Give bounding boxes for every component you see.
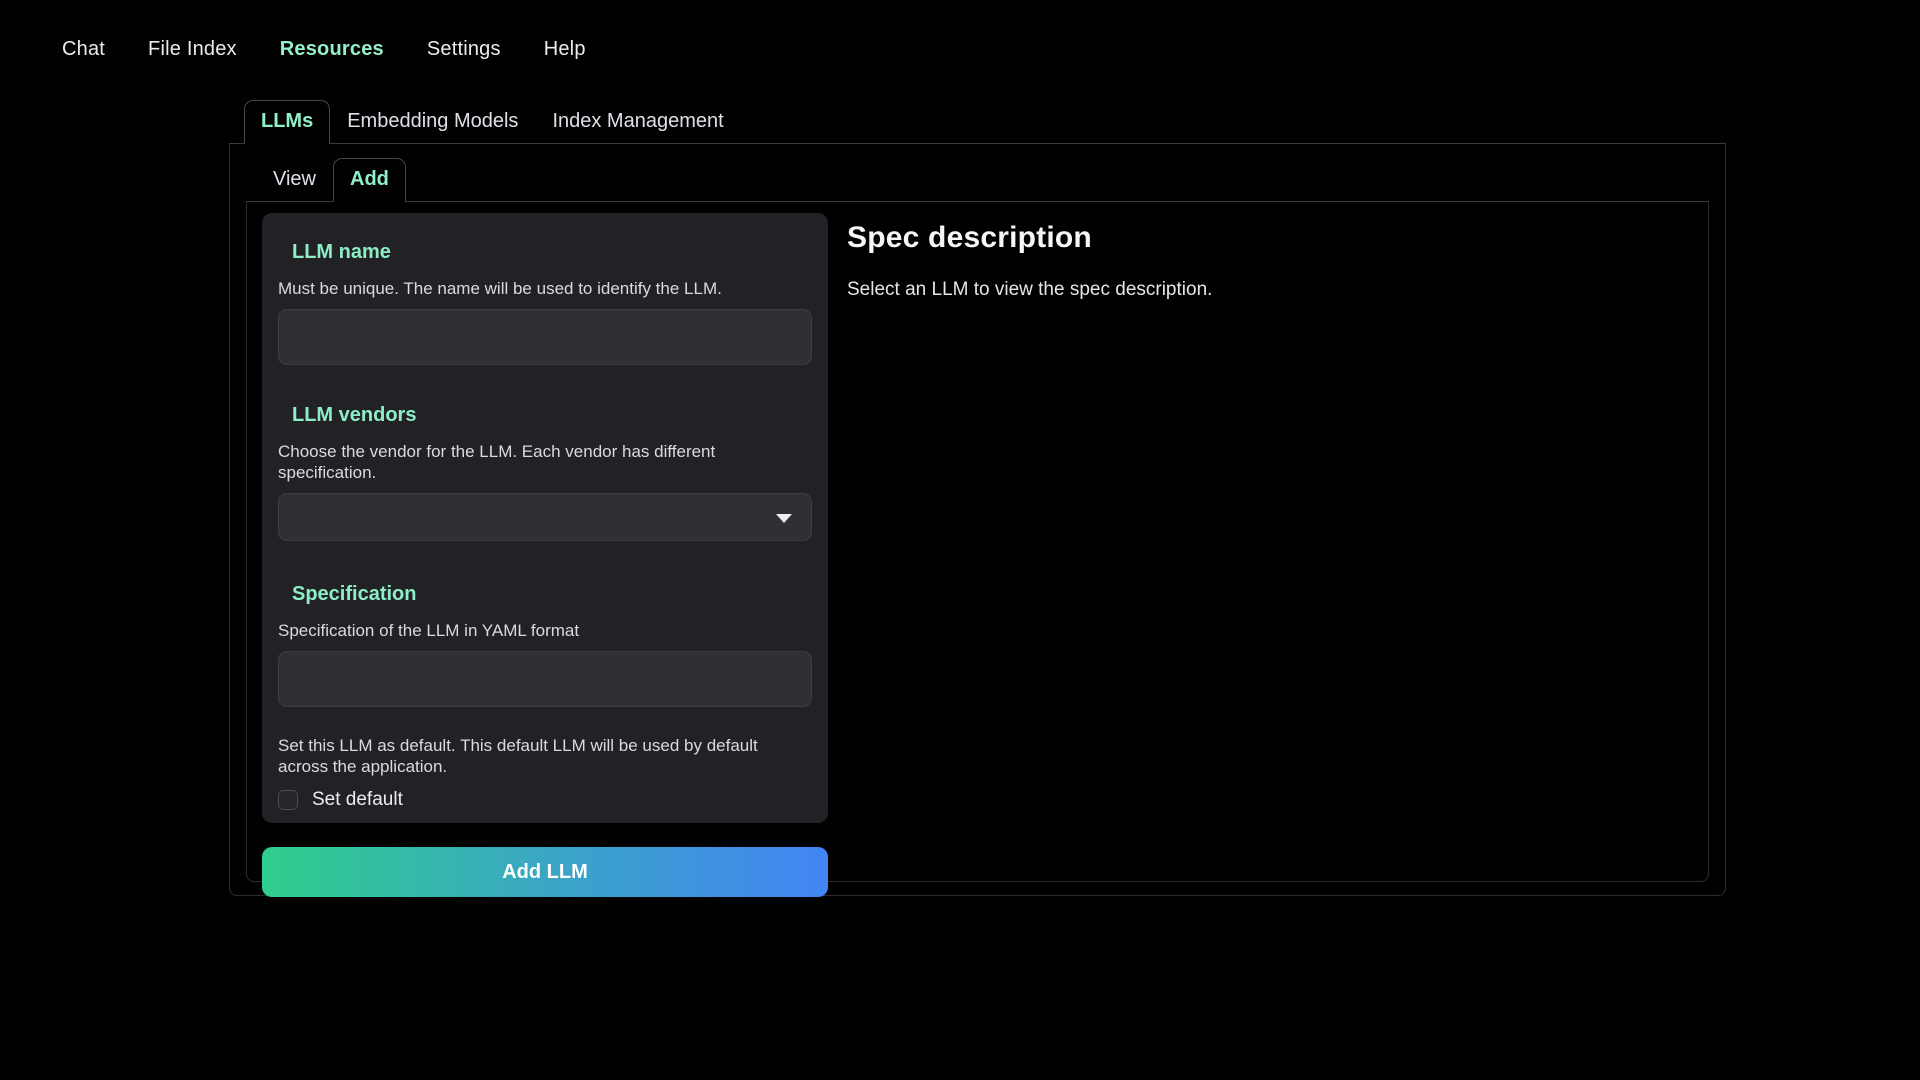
- add-llm-tab-body: LLM name Must be unique. The name will b…: [246, 202, 1709, 882]
- add-llm-button[interactable]: Add LLM: [262, 847, 828, 897]
- chevron-down-icon: [776, 514, 792, 523]
- tab-view[interactable]: View: [256, 158, 333, 201]
- tab-add[interactable]: Add: [333, 158, 406, 201]
- llm-vendor-select[interactable]: [278, 493, 812, 541]
- top-navigation: Chat File Index Resources Settings Help: [0, 0, 1920, 72]
- spec-description-placeholder: Select an LLM to view the spec descripti…: [847, 279, 1694, 301]
- nav-item-resources[interactable]: Resources: [280, 38, 384, 61]
- spec-description-panel: Spec description Select an LLM to view t…: [828, 213, 1694, 301]
- nav-item-file-index[interactable]: File Index: [148, 38, 237, 61]
- add-llm-form: LLM name Must be unique. The name will b…: [262, 213, 828, 897]
- set-default-checkbox[interactable]: [278, 790, 298, 810]
- llm-name-label: LLM name: [292, 241, 812, 264]
- llm-subtabs: View Add: [246, 158, 1709, 202]
- tab-llms[interactable]: LLMs: [244, 100, 330, 143]
- nav-item-settings[interactable]: Settings: [427, 38, 501, 61]
- nav-item-help[interactable]: Help: [544, 38, 586, 61]
- nav-item-chat[interactable]: Chat: [62, 38, 105, 61]
- llm-name-input[interactable]: [278, 309, 812, 365]
- specification-description: Specification of the LLM in YAML format: [278, 620, 812, 641]
- resource-tabs: LLMs Embedding Models Index Management: [229, 100, 1726, 144]
- add-llm-card: LLM name Must be unique. The name will b…: [262, 213, 828, 823]
- llm-name-description: Must be unique. The name will be used to…: [278, 278, 812, 299]
- tab-index-management[interactable]: Index Management: [535, 100, 740, 143]
- llm-vendors-label: LLM vendors: [292, 404, 812, 427]
- resources-panel: LLMs Embedding Models Index Management V…: [229, 100, 1726, 893]
- spec-description-title: Spec description: [847, 221, 1694, 255]
- tab-embedding-models[interactable]: Embedding Models: [330, 100, 535, 143]
- specification-input[interactable]: [278, 651, 812, 707]
- set-default-row: Set default: [278, 789, 812, 811]
- specification-label: Specification: [292, 583, 812, 606]
- llm-vendors-description: Choose the vendor for the LLM. Each vend…: [278, 441, 812, 483]
- set-default-description: Set this LLM as default. This default LL…: [278, 735, 808, 777]
- set-default-label: Set default: [312, 789, 403, 811]
- llms-tab-body: View Add LLM name Must be unique. The na…: [229, 144, 1726, 896]
